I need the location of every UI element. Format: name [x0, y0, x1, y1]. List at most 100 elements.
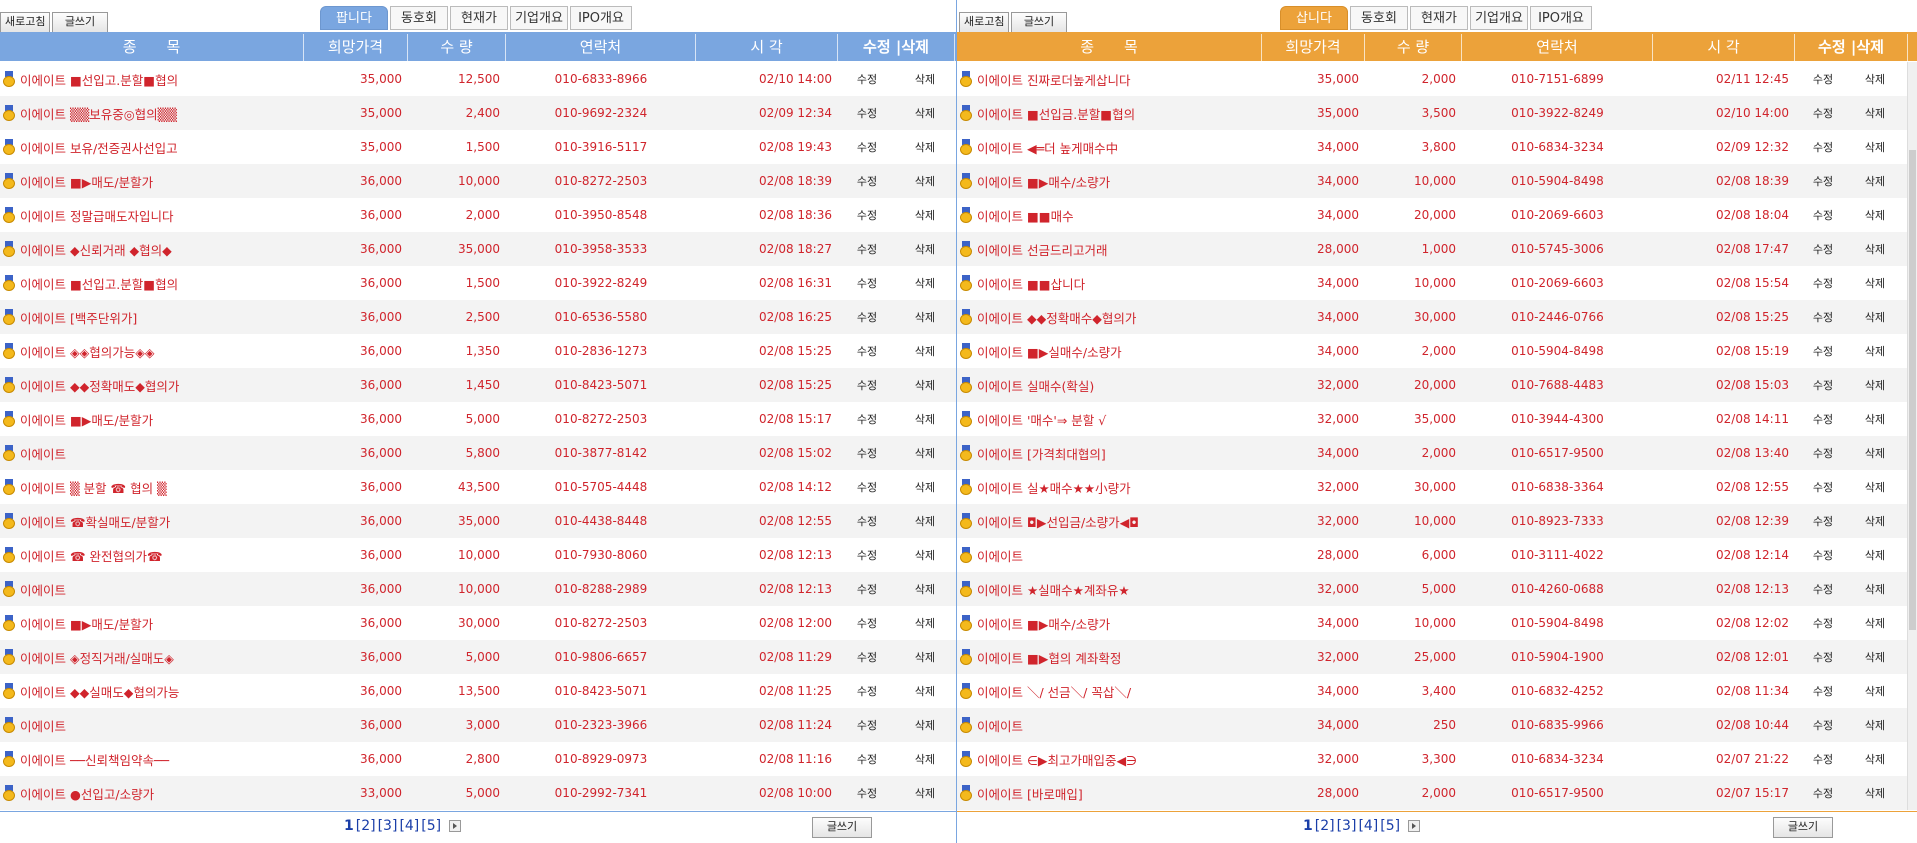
edit-button[interactable]: 수정: [1795, 343, 1851, 359]
edit-button[interactable]: 수정: [1795, 717, 1851, 733]
edit-button[interactable]: 수정: [1795, 207, 1851, 223]
row-title-link[interactable]: 이에이트: [957, 546, 1262, 565]
row-title-link[interactable]: 이에이트 ──신뢰책임약속──: [0, 750, 304, 769]
delete-button[interactable]: 삭제: [1851, 139, 1899, 155]
edit-button[interactable]: 수정: [838, 411, 896, 427]
delete-button[interactable]: 삭제: [1851, 717, 1899, 733]
edit-button[interactable]: 수정: [838, 207, 896, 223]
row-title-link[interactable]: 이에이트 ◈정직거래/실매도◈: [0, 648, 304, 667]
edit-button[interactable]: 수정: [1795, 581, 1851, 597]
row-title-link[interactable]: 이에이트 ★실매수★계좌유★: [957, 580, 1262, 599]
row-title-link[interactable]: 이에이트 ■■삽니다: [957, 274, 1262, 293]
row-title-link[interactable]: 이에이트 ■▶매도/분할가: [0, 614, 304, 633]
row-title-link[interactable]: 이에이트 ■▶매수/소량가: [957, 172, 1262, 191]
delete-button[interactable]: 삭제: [896, 615, 954, 631]
delete-button[interactable]: 삭제: [1851, 513, 1899, 529]
row-title-link[interactable]: 이에이트: [0, 716, 304, 735]
edit-button[interactable]: 수정: [838, 717, 896, 733]
delete-button[interactable]: 삭제: [896, 275, 954, 291]
page-link[interactable]: [5]: [1380, 818, 1400, 834]
delete-button[interactable]: 삭제: [1851, 71, 1899, 87]
edit-button[interactable]: 수정: [838, 479, 896, 495]
refresh-button[interactable]: 새로고침: [959, 12, 1010, 33]
edit-button[interactable]: 수정: [1795, 615, 1851, 631]
scrollbar-thumb[interactable]: [1909, 150, 1916, 630]
write-button-bottom[interactable]: 글쓰기: [812, 817, 872, 838]
delete-button[interactable]: 삭제: [1851, 309, 1899, 325]
delete-button[interactable]: 삭제: [896, 479, 954, 495]
edit-button[interactable]: 수정: [1795, 547, 1851, 563]
row-title-link[interactable]: 이에이트 [백주단위가]: [0, 308, 304, 327]
delete-button[interactable]: 삭제: [1851, 751, 1899, 767]
row-title-link[interactable]: 이에이트 ■▶매도/분할가: [0, 410, 304, 429]
edit-button[interactable]: 수정: [838, 751, 896, 767]
row-title-link[interactable]: 이에이트 ■■매수: [957, 206, 1262, 225]
edit-button[interactable]: 수정: [838, 785, 896, 801]
tab-club[interactable]: 동호회: [1350, 6, 1408, 30]
row-title-link[interactable]: 이에이트 ■▶매수/소량가: [957, 614, 1262, 633]
delete-button[interactable]: 삭제: [1851, 649, 1899, 665]
row-title-link[interactable]: 이에이트 진짜로더높게삽니다: [957, 70, 1262, 89]
edit-button[interactable]: 수정: [838, 581, 896, 597]
row-title-link[interactable]: 이에이트: [957, 716, 1262, 735]
delete-button[interactable]: 삭제: [896, 173, 954, 189]
delete-button[interactable]: 삭제: [1851, 785, 1899, 801]
row-title-link[interactable]: 이에이트 ■선입금.분할■협의: [957, 104, 1262, 123]
page-link[interactable]: [4]: [399, 818, 419, 834]
row-title-link[interactable]: 이에이트 [바로매입]: [957, 784, 1262, 803]
edit-button[interactable]: 수정: [838, 377, 896, 393]
delete-button[interactable]: 삭제: [896, 377, 954, 393]
edit-button[interactable]: 수정: [1795, 275, 1851, 291]
delete-button[interactable]: 삭제: [896, 751, 954, 767]
page-link[interactable]: [3]: [378, 818, 398, 834]
edit-button[interactable]: 수정: [838, 615, 896, 631]
row-title-link[interactable]: 이에이트: [0, 444, 304, 463]
edit-button[interactable]: 수정: [1795, 71, 1851, 87]
row-title-link[interactable]: 이에이트 실★매수★★小량가: [957, 478, 1262, 497]
delete-button[interactable]: 삭제: [896, 547, 954, 563]
delete-button[interactable]: 삭제: [896, 207, 954, 223]
edit-button[interactable]: 수정: [1795, 173, 1851, 189]
edit-button[interactable]: 수정: [838, 139, 896, 155]
delete-button[interactable]: 삭제: [896, 649, 954, 665]
row-title-link[interactable]: 이에이트 ▒▒보유중◎협의▒▒: [0, 104, 304, 123]
delete-button[interactable]: 삭제: [896, 241, 954, 257]
edit-button[interactable]: 수정: [1795, 309, 1851, 325]
page-link[interactable]: [4]: [1358, 818, 1378, 834]
row-title-link[interactable]: 이에이트 ☎확실매도/분할가: [0, 512, 304, 531]
write-button-bottom[interactable]: 글쓰기: [1773, 817, 1833, 838]
edit-button[interactable]: 수정: [838, 649, 896, 665]
page-link[interactable]: [5]: [421, 818, 441, 834]
delete-button[interactable]: 삭제: [896, 683, 954, 699]
delete-button[interactable]: 삭제: [1851, 479, 1899, 495]
row-title-link[interactable]: 이에이트 ■선입고.분할■협의: [0, 274, 304, 293]
edit-button[interactable]: 수정: [1795, 513, 1851, 529]
delete-button[interactable]: 삭제: [896, 309, 954, 325]
edit-button[interactable]: 수정: [1795, 649, 1851, 665]
tab-company-overview[interactable]: 기업개요: [1470, 6, 1528, 30]
delete-button[interactable]: 삭제: [1851, 377, 1899, 393]
edit-button[interactable]: 수정: [1795, 377, 1851, 393]
delete-button[interactable]: 삭제: [896, 343, 954, 359]
delete-button[interactable]: 삭제: [896, 411, 954, 427]
row-title-link[interactable]: 이에이트 '매수'⇒ 분할 √: [957, 410, 1262, 429]
row-title-link[interactable]: 이에이트 [가격최대협의]: [957, 444, 1262, 463]
scrollbar[interactable]: [1907, 62, 1917, 810]
delete-button[interactable]: 삭제: [896, 581, 954, 597]
delete-button[interactable]: 삭제: [1851, 207, 1899, 223]
row-title-link[interactable]: 이에이트 ●선입고/소량가: [0, 784, 304, 803]
row-title-link[interactable]: 이에이트 ◆◆정확매도◆협의가: [0, 376, 304, 395]
delete-button[interactable]: 삭제: [1851, 105, 1899, 121]
row-title-link[interactable]: 이에이트 ◘▶선입금/소량가◀◘: [957, 512, 1262, 531]
row-title-link[interactable]: 이에이트 ＼/ 선금＼/ 꼭삽＼/: [957, 682, 1262, 701]
row-title-link[interactable]: 이에이트 ◆◆실매도◆협의가능: [0, 682, 304, 701]
edit-button[interactable]: 수정: [838, 547, 896, 563]
delete-button[interactable]: 삭제: [896, 445, 954, 461]
next-page-icon[interactable]: [1408, 820, 1421, 832]
edit-button[interactable]: 수정: [838, 309, 896, 325]
write-button[interactable]: 글쓰기: [1011, 12, 1067, 33]
row-title-link[interactable]: 이에이트 ◆신뢰거래 ◆협의◆: [0, 240, 304, 259]
edit-button[interactable]: 수정: [838, 513, 896, 529]
tab-ipo-overview[interactable]: IPO개요: [1530, 6, 1592, 30]
row-title-link[interactable]: 이에이트 ■선입고.분할■협의: [0, 70, 304, 89]
